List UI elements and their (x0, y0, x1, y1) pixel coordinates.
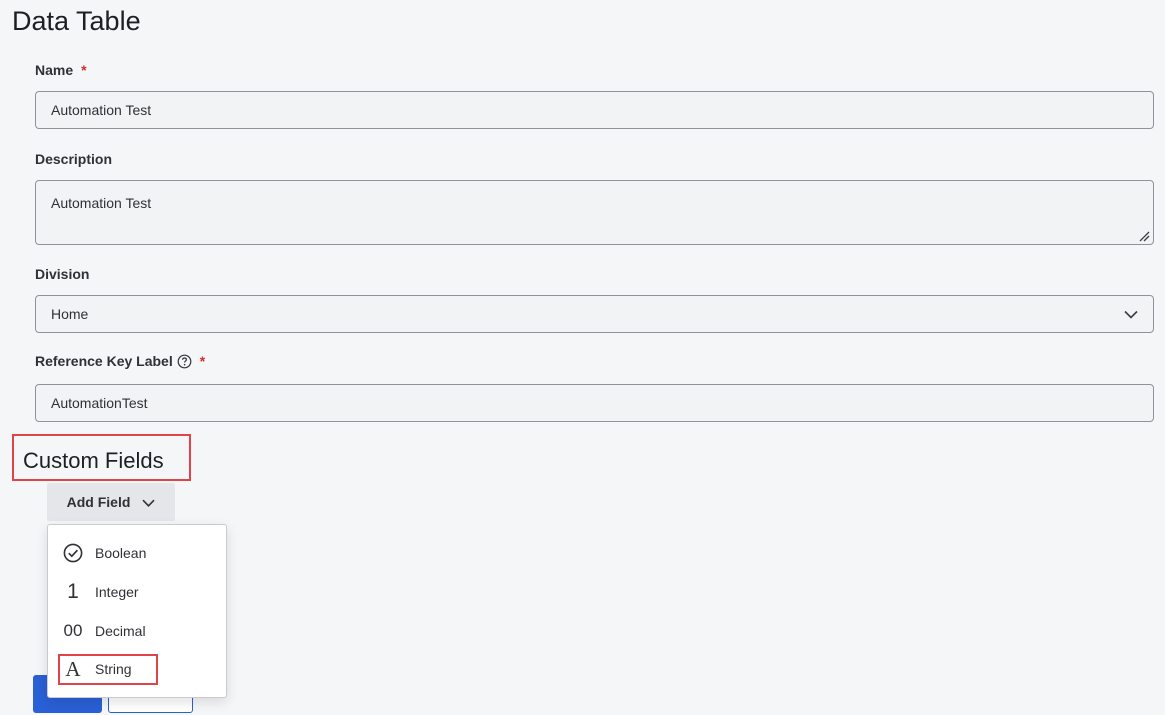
highlight-box-string (58, 654, 158, 685)
decimal-icon: 00 (63, 621, 83, 640)
number-one-icon: 1 (67, 580, 79, 603)
reference-key-label-text: Reference Key Label (35, 353, 173, 369)
division-select[interactable]: Home (35, 295, 1154, 333)
required-marker: * (81, 62, 87, 78)
name-input[interactable] (35, 91, 1154, 129)
description-label: Description (35, 151, 112, 167)
required-marker: * (199, 353, 206, 369)
menu-item-boolean[interactable]: Boolean (48, 535, 226, 571)
page-title: Data Table (12, 6, 141, 36)
reference-key-input[interactable] (35, 384, 1154, 422)
menu-item-label: Boolean (95, 545, 147, 561)
description-textarea[interactable]: Automation Test (35, 180, 1154, 245)
menu-item-integer[interactable]: 1 Integer (48, 574, 226, 610)
data-table-page: Data Table Name * Description Automation… (0, 0, 1165, 715)
chevron-down-icon (142, 494, 155, 510)
description-label-text: Description (35, 151, 113, 167)
resize-grip-icon[interactable] (1138, 229, 1150, 247)
add-field-button[interactable]: Add Field (47, 483, 175, 521)
highlight-box-custom-fields (12, 434, 191, 481)
menu-item-label: Decimal (95, 623, 146, 639)
division-label-text: Division (35, 266, 90, 282)
help-icon[interactable] (177, 354, 192, 369)
name-label: Name * (35, 62, 87, 78)
division-label: Division (35, 266, 89, 282)
reference-key-label: Reference Key Label * (35, 353, 205, 369)
menu-item-label: Integer (95, 584, 139, 600)
add-field-label: Add Field (66, 494, 131, 510)
chevron-down-icon (1124, 306, 1138, 322)
name-label-text: Name (35, 62, 74, 78)
division-selected-value: Home (51, 306, 89, 322)
menu-item-decimal[interactable]: 00 Decimal (48, 613, 226, 649)
check-circle-icon (61, 543, 85, 563)
